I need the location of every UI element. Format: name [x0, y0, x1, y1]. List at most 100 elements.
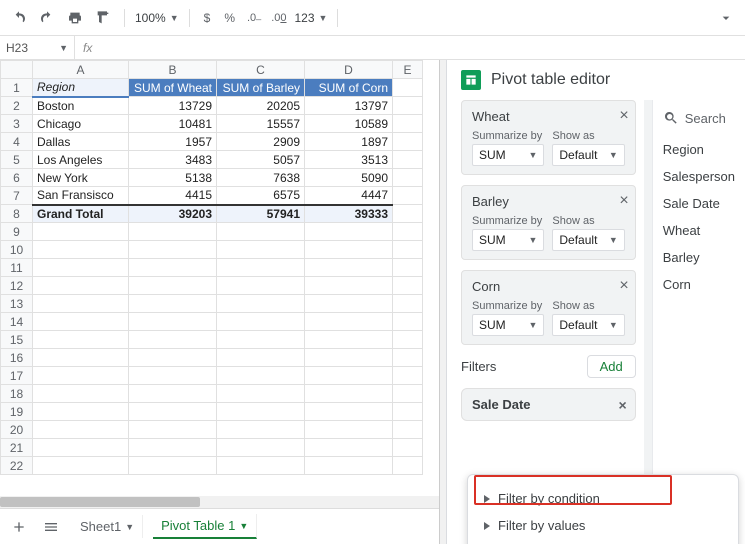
- row-header-3[interactable]: 3: [1, 115, 33, 133]
- filter-by-values-option[interactable]: Filter by values: [478, 512, 728, 539]
- cell[interactable]: [217, 403, 305, 421]
- field-barley[interactable]: Barley: [661, 244, 737, 271]
- row-header-21[interactable]: 21: [1, 439, 33, 457]
- cell[interactable]: [217, 367, 305, 385]
- cell[interactable]: [217, 385, 305, 403]
- filter-by-condition-option[interactable]: Filter by condition: [478, 485, 728, 512]
- cell[interactable]: [33, 349, 129, 367]
- add-filter-button[interactable]: Add: [587, 355, 636, 378]
- cell[interactable]: [33, 223, 129, 241]
- field-salesperson[interactable]: Salesperson: [661, 163, 737, 190]
- more-formats-dropdown[interactable]: 123▼: [295, 11, 328, 25]
- cell[interactable]: [217, 241, 305, 259]
- cell[interactable]: 20205: [217, 97, 305, 115]
- cell[interactable]: [393, 277, 423, 295]
- cell[interactable]: 13729: [129, 97, 217, 115]
- row-header-7[interactable]: 7: [1, 187, 33, 205]
- cell[interactable]: 10589: [305, 115, 393, 133]
- show-as-dropdown[interactable]: Default▼: [552, 229, 624, 251]
- cell[interactable]: 15557: [217, 115, 305, 133]
- all-sheets-icon[interactable]: [40, 516, 62, 538]
- cell[interactable]: [33, 367, 129, 385]
- tab-pivot-table-1[interactable]: Pivot Table 1▼: [153, 514, 257, 539]
- cell[interactable]: 6575: [217, 187, 305, 205]
- summarize-by-dropdown[interactable]: SUM▼: [472, 229, 544, 251]
- row-header-20[interactable]: 20: [1, 421, 33, 439]
- cell[interactable]: [33, 313, 129, 331]
- cell[interactable]: [217, 313, 305, 331]
- cell[interactable]: [129, 277, 217, 295]
- cell[interactable]: 13797: [305, 97, 393, 115]
- cell[interactable]: [33, 403, 129, 421]
- cell[interactable]: [33, 421, 129, 439]
- row-header-13[interactable]: 13: [1, 295, 33, 313]
- show-as-dropdown[interactable]: Default▼: [552, 314, 624, 336]
- col-header-A[interactable]: A: [33, 61, 129, 79]
- cell[interactable]: [129, 367, 217, 385]
- cell[interactable]: [33, 241, 129, 259]
- cell[interactable]: [393, 313, 423, 331]
- cell[interactable]: [393, 187, 423, 205]
- cell[interactable]: [393, 349, 423, 367]
- cell[interactable]: 3513: [305, 151, 393, 169]
- cell[interactable]: [33, 295, 129, 313]
- cell[interactable]: [217, 349, 305, 367]
- col-header-E[interactable]: E: [393, 61, 423, 79]
- remove-filter-icon[interactable]: ×: [619, 397, 627, 413]
- row-header-11[interactable]: 11: [1, 259, 33, 277]
- cell[interactable]: Dallas: [33, 133, 129, 151]
- row-header-15[interactable]: 15: [1, 331, 33, 349]
- cell[interactable]: [305, 349, 393, 367]
- cell[interactable]: 4447: [305, 187, 393, 205]
- cell[interactable]: [217, 457, 305, 475]
- horizontal-scrollbar[interactable]: [0, 496, 439, 508]
- cell[interactable]: 5090: [305, 169, 393, 187]
- cell[interactable]: Region: [33, 79, 129, 97]
- col-header-D[interactable]: D: [305, 61, 393, 79]
- cell[interactable]: [129, 439, 217, 457]
- name-box[interactable]: H23▼: [0, 36, 75, 59]
- cell[interactable]: [33, 457, 129, 475]
- cell[interactable]: [305, 295, 393, 313]
- cell[interactable]: [393, 205, 423, 223]
- undo-icon[interactable]: [8, 7, 30, 29]
- show-as-dropdown[interactable]: Default▼: [552, 144, 624, 166]
- cell[interactable]: [129, 385, 217, 403]
- toolbar-expand-icon[interactable]: [715, 7, 737, 29]
- cell[interactable]: SUM of Barley: [217, 79, 305, 97]
- cell[interactable]: San Fransisco: [33, 187, 129, 205]
- cell[interactable]: [393, 223, 423, 241]
- cell[interactable]: [393, 331, 423, 349]
- cell[interactable]: [129, 421, 217, 439]
- row-header-5[interactable]: 5: [1, 151, 33, 169]
- cell[interactable]: [393, 169, 423, 187]
- cell[interactable]: 39333: [305, 205, 393, 223]
- col-header-C[interactable]: C: [217, 61, 305, 79]
- cell[interactable]: [393, 403, 423, 421]
- cell[interactable]: [393, 457, 423, 475]
- cell[interactable]: 5057: [217, 151, 305, 169]
- cell[interactable]: [217, 331, 305, 349]
- col-header-B[interactable]: B: [129, 61, 217, 79]
- field-sale date[interactable]: Sale Date: [661, 190, 737, 217]
- cell[interactable]: [129, 457, 217, 475]
- cell[interactable]: [129, 241, 217, 259]
- increase-decimal-button[interactable]: .00: [269, 7, 288, 29]
- cell[interactable]: Boston: [33, 97, 129, 115]
- cell[interactable]: [33, 331, 129, 349]
- cell[interactable]: [305, 403, 393, 421]
- cell[interactable]: [129, 223, 217, 241]
- add-sheet-icon[interactable]: [8, 516, 30, 538]
- cell[interactable]: [305, 331, 393, 349]
- tab-sheet1[interactable]: Sheet1▼: [72, 515, 143, 538]
- cell[interactable]: 3483: [129, 151, 217, 169]
- cell[interactable]: [305, 367, 393, 385]
- field-region[interactable]: Region: [661, 136, 737, 163]
- paint-format-icon[interactable]: [92, 7, 114, 29]
- cell[interactable]: SUM of Wheat: [129, 79, 217, 97]
- cell[interactable]: 39203: [129, 205, 217, 223]
- summarize-by-dropdown[interactable]: SUM▼: [472, 314, 544, 336]
- cell[interactable]: [393, 115, 423, 133]
- zoom-dropdown[interactable]: 100%▼: [135, 11, 179, 25]
- cell[interactable]: [129, 313, 217, 331]
